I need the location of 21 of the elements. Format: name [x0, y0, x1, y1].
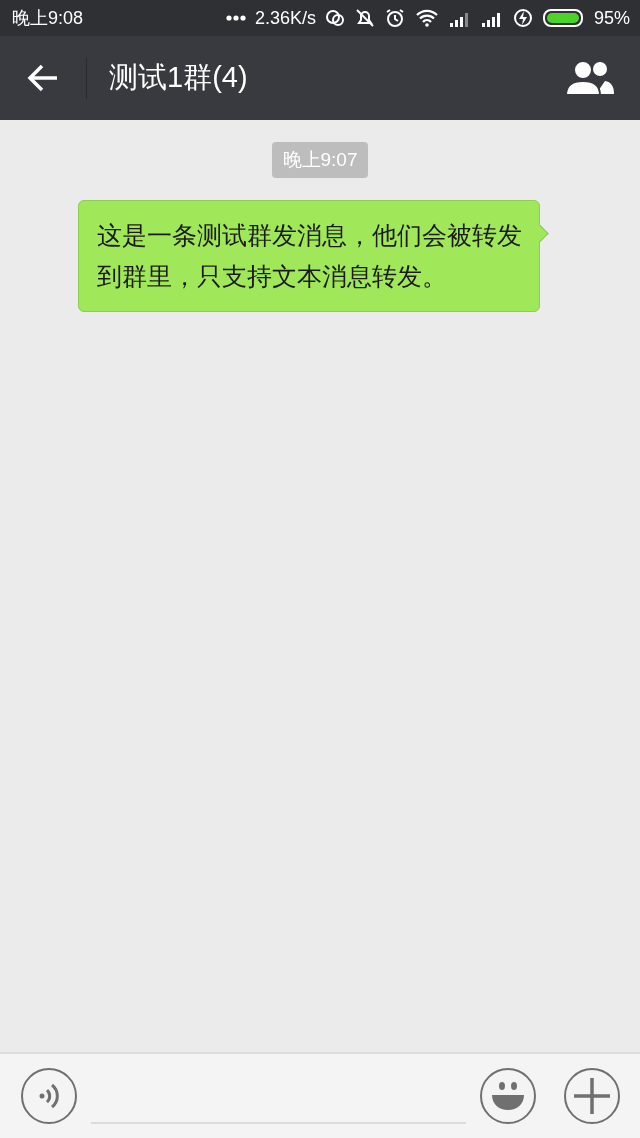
plus-icon [574, 1078, 610, 1114]
more-dots-icon [225, 15, 246, 21]
rings-icon [324, 8, 345, 28]
voice-icon [39, 1082, 59, 1110]
network-speed: 2.36K/s [254, 7, 316, 29]
message-text: 这是一条测试群发消息，他们会被转发到群里，只支持文本消息转发。 [97, 221, 522, 290]
battery-icon [542, 8, 585, 28]
back-arrow-icon [27, 64, 59, 92]
smiley-icon [491, 1081, 525, 1111]
charging-icon [512, 8, 533, 28]
message-timestamp: 晚上9:07 [271, 142, 369, 178]
emoji-button[interactable] [480, 1068, 536, 1124]
battery-percent: 95% [593, 7, 630, 29]
alarm-clock-icon [384, 8, 405, 28]
add-button[interactable] [564, 1068, 620, 1124]
people-icon [566, 60, 614, 96]
chat-title: 测试1群(4) [109, 60, 249, 95]
muted-bell-icon [354, 8, 375, 28]
wifi-icon [414, 9, 439, 27]
clock-time: 晚上9:08 [12, 7, 84, 30]
voice-button[interactable] [21, 1068, 77, 1124]
